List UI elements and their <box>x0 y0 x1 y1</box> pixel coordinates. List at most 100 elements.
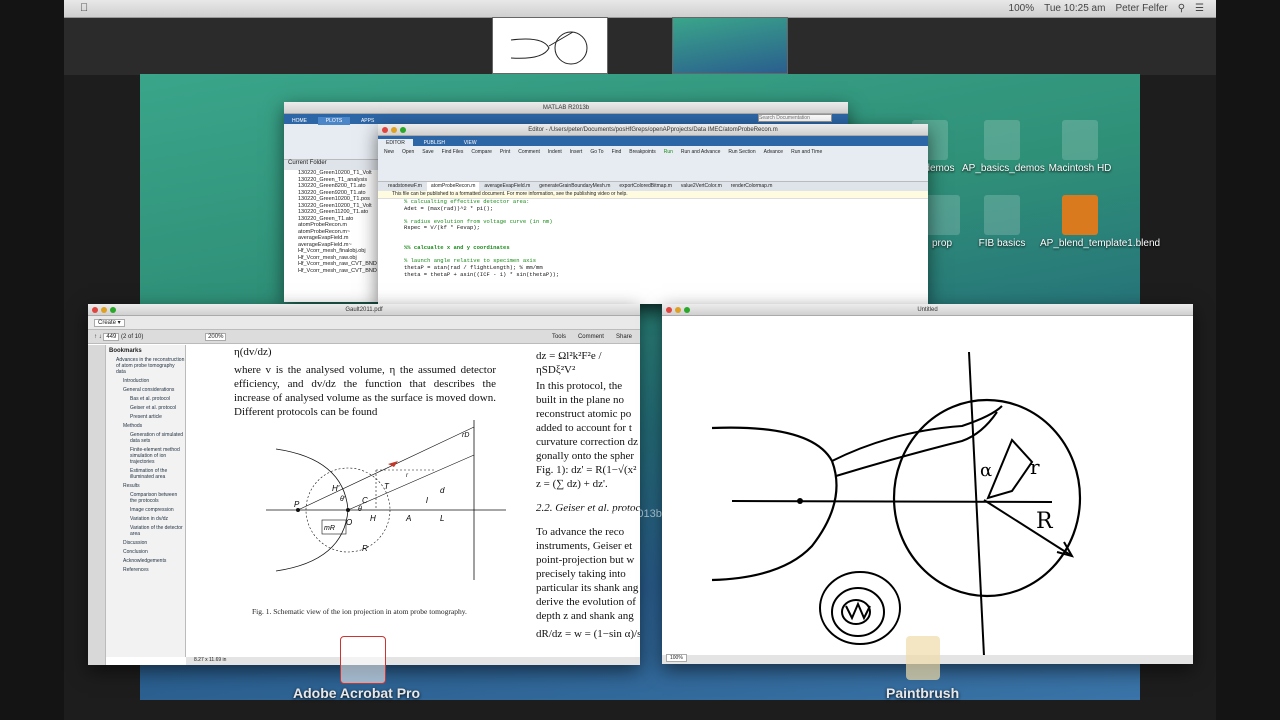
bookmark-item[interactable]: Conclusion <box>106 549 185 555</box>
next-page-icon[interactable]: ↓ <box>99 334 102 340</box>
minimize-button[interactable] <box>101 307 107 313</box>
matlab-dock-watermark: MATLAB_R2013b <box>574 508 662 520</box>
bookmark-item[interactable]: General considerations <box>106 387 185 393</box>
tab-view[interactable]: VIEW <box>456 139 485 147</box>
page-size-status: 8.27 x 11.69 in <box>186 657 640 665</box>
notification-center-icon[interactable]: ☰ <box>1195 3 1204 14</box>
tab-publish[interactable]: PUBLISH <box>416 139 453 147</box>
close-button[interactable] <box>666 307 672 313</box>
zoom-button[interactable] <box>110 307 116 313</box>
run-and-advance-button[interactable]: Run and Advance <box>681 149 720 155</box>
file-tab[interactable]: value2VertColor.m <box>677 182 726 191</box>
top-formula: η(dv/dz) <box>234 346 272 358</box>
run-section-button[interactable]: Run Section <box>728 149 755 155</box>
bookmark-item[interactable]: Discussion <box>106 540 185 546</box>
spotlight-search-icon[interactable]: ⚲ <box>1178 3 1185 14</box>
code-lines: % calcualting effective detector area: Ad… <box>404 198 928 285</box>
ion-projection-figure: P O C H' H A T r θ θ' mR R d L l rD <box>266 420 506 580</box>
indent-button[interactable]: Indent <box>548 149 562 155</box>
bookmark-item[interactable]: Variation of the detector area <box>106 525 185 537</box>
paintbrush-dock-icon[interactable] <box>906 636 940 680</box>
drawing-canvas[interactable]: α r R <box>662 316 1190 656</box>
print-button[interactable]: Print <box>500 149 510 155</box>
zoom-input[interactable]: 200% <box>205 333 227 341</box>
run-and-time-button[interactable]: Run and Time <box>791 149 822 155</box>
tab-home[interactable]: HOME <box>284 117 315 125</box>
fig-label: θ <box>358 506 362 513</box>
share-link[interactable]: Share <box>616 330 632 344</box>
acrobat-title-bar: Gault2011.pdf <box>88 304 640 316</box>
goto-button[interactable]: Go To <box>590 149 603 155</box>
bookmark-item[interactable]: Variation in dv/dz <box>106 516 185 522</box>
run-button[interactable]: Run <box>664 149 673 155</box>
menu-clock[interactable]: Tue 10:25 am <box>1044 3 1105 14</box>
acrobat-dock-icon[interactable] <box>340 636 386 684</box>
apple-menu-icon[interactable]:  <box>80 2 88 14</box>
pdf-page[interactable]: η(dv/dz) where v is the analysed volume,… <box>186 345 640 657</box>
save-button[interactable]: Save <box>422 149 433 155</box>
fig-label: T <box>384 482 390 491</box>
drawing-label: r <box>1030 455 1040 479</box>
bookmark-item[interactable]: Geiser et al. protocol <box>106 405 185 411</box>
minimize-button[interactable] <box>675 307 681 313</box>
tab-editor[interactable]: EDITOR <box>378 139 413 147</box>
desktop-icon[interactable]: AP_blend_template1.blend <box>1040 195 1160 249</box>
breakpoints-button[interactable]: Breakpoints <box>629 149 655 155</box>
close-button[interactable] <box>92 307 98 313</box>
file-tab[interactable]: renderColormap.m <box>727 182 777 191</box>
tools-link[interactable]: Tools <box>552 330 566 344</box>
find-files-button[interactable]: Find Files <box>442 149 464 155</box>
compare-button[interactable]: Compare <box>471 149 492 155</box>
new-button[interactable]: New <box>384 149 394 155</box>
comment-button[interactable]: Comment <box>518 149 540 155</box>
search-documentation-input[interactable] <box>758 114 832 122</box>
create-button[interactable]: Create ▾ <box>94 319 125 327</box>
bookmark-item[interactable]: Methods <box>106 423 185 429</box>
bookmark-item[interactable]: Estimation of the illuminated area <box>106 468 185 480</box>
open-button[interactable]: Open <box>402 149 414 155</box>
bookmark-item[interactable]: Introduction <box>106 378 185 384</box>
close-button[interactable] <box>382 127 388 133</box>
bookmark-item[interactable]: Comparison between the protocols <box>106 492 185 504</box>
fig-label: l <box>426 496 428 505</box>
desktop-icon[interactable]: AP_basics_demos <box>962 120 1045 174</box>
file-tab[interactable]: readstonewF.m <box>384 182 426 191</box>
fig-label: d <box>440 486 445 495</box>
bookmark-item[interactable]: Present article <box>106 414 185 420</box>
bookmark-item[interactable]: Finite-element method simulation of ion … <box>106 447 185 465</box>
zoom-button[interactable] <box>684 307 690 313</box>
fig-label: H' <box>332 484 340 493</box>
insert-button[interactable]: Insert <box>570 149 583 155</box>
space-thumbnail-desktop[interactable] <box>672 17 788 74</box>
file-tab-active[interactable]: atomProbeRecon.m <box>426 182 480 191</box>
comment-link[interactable]: Comment <box>578 330 604 344</box>
user-name[interactable]: Peter Felfer <box>1115 3 1167 14</box>
code-area[interactable]: % calcualting effective detector area: Ad… <box>378 198 928 285</box>
bookmark-item[interactable]: Generation of simulated data sets <box>106 432 185 444</box>
bookmark-item[interactable]: Acknowledgements <box>106 558 185 564</box>
file-tab[interactable]: generateGrainBoundaryMesh.m <box>535 182 614 191</box>
bookmark-item[interactable]: Advances in the reconstruction of atom p… <box>106 357 185 375</box>
file-tab[interactable]: averageEvapField.m <box>480 182 534 191</box>
figure-caption: Fig. 1. Schematic view of the ion projec… <box>252 607 467 616</box>
code-line: theta = thetaP + asin((ICF - 1) * sin(th… <box>404 270 560 278</box>
advance-button[interactable]: Advance <box>764 149 783 155</box>
bookmark-item[interactable]: Results <box>106 483 185 489</box>
page-number-input[interactable]: 449 <box>103 333 120 341</box>
fig-label: mR <box>324 525 335 532</box>
minimize-button[interactable] <box>391 127 397 133</box>
bookmark-item[interactable]: Image compression <box>106 507 185 513</box>
space-thumbnail-paintbrush[interactable] <box>492 17 608 74</box>
find-button[interactable]: Find <box>612 149 622 155</box>
fig-label: P <box>294 500 300 509</box>
zoom-button[interactable] <box>400 127 406 133</box>
prev-page-icon[interactable]: ↑ <box>94 334 97 340</box>
bookmark-item[interactable]: References <box>106 567 185 573</box>
bookmark-item[interactable]: Bas et al. protocol <box>106 396 185 402</box>
tab-plots[interactable]: PLOTS <box>317 117 351 125</box>
desktop-icon[interactable]: Macintosh HD <box>1040 120 1120 174</box>
battery-status[interactable]: 100% <box>1009 3 1035 14</box>
desktop-icon[interactable]: FIB basics <box>962 195 1042 249</box>
file-tab[interactable]: exportColoredBitmap.m <box>615 182 676 191</box>
